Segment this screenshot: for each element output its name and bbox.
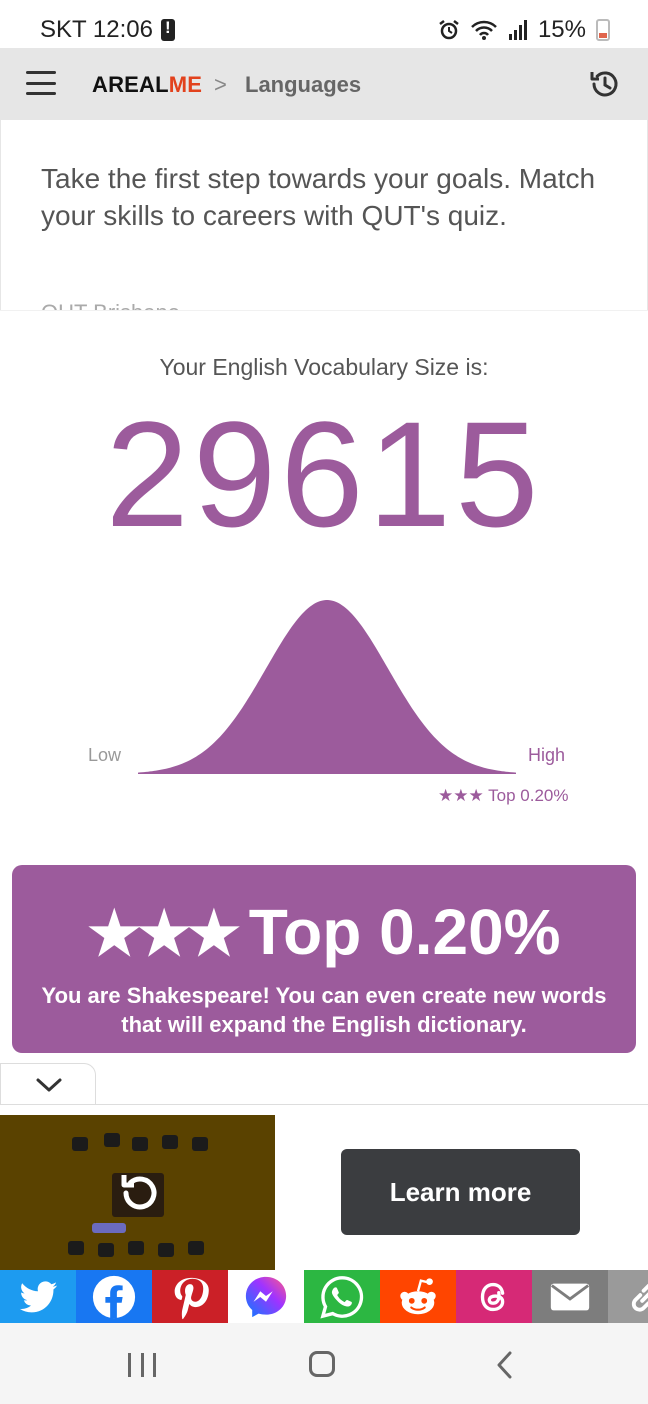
home-icon[interactable] [309,1351,335,1377]
rank-title: ★★★ Top 0.20% [12,895,636,969]
email-share-button[interactable] [532,1270,608,1323]
messenger-share-button[interactable] [228,1270,304,1323]
rank-banner: ★★★ Top 0.20% You are Shakespeare! You ca… [12,865,636,1053]
history-icon[interactable] [586,66,622,102]
chart-marker-label: ★★★ Top 0.20% [438,786,569,805]
facebook-icon [92,1275,136,1318]
rank-description: You are Shakespeare! You can even create… [41,983,607,1037]
breadcrumb-languages[interactable]: Languages [245,72,361,98]
alarm-icon [439,20,459,40]
brand-logo[interactable]: AREALME [92,72,202,98]
battery-percent: 15% [537,16,586,43]
pinterest-icon [174,1277,209,1319]
game-sprite [98,1243,114,1257]
chart-low-label: Low [88,745,122,765]
status-bar: SKT 12:06 15% [0,0,648,48]
battery-icon [596,19,610,41]
twitter-icon [19,1280,58,1312]
back-icon[interactable] [494,1350,516,1380]
learn-more-button[interactable]: Learn more [341,1149,580,1235]
vocabulary-size: 29615 [105,390,543,558]
copy-link-button[interactable] [608,1270,648,1323]
alert-icon [160,18,175,41]
sponsored-text: Take the first step towards your goals. … [41,163,596,231]
rank-stars: ★★★ [87,900,240,967]
brand-part1: AREAL [92,72,169,97]
status-right: 15% [438,16,610,44]
share-bar [0,1270,648,1323]
game-sprite [132,1137,148,1151]
chart-high-label: High [528,745,566,765]
replay-icon[interactable] [112,1167,164,1219]
reddit-icon [400,1277,436,1314]
page: SKT 12:06 15% AREALME > Languages Take t… [0,0,648,1404]
mail-icon [550,1283,590,1310]
carrier-time: SKT 12:06 [40,16,153,43]
system-nav-bar [0,1323,648,1404]
menu-icon[interactable] [26,71,56,95]
breadcrumb-separator: > [214,72,227,97]
facebook-share-button[interactable] [76,1270,152,1323]
game-sprite [128,1241,144,1255]
recent-apps-icon[interactable] [128,1353,156,1377]
game-sprite [158,1243,174,1257]
status-left: SKT 12:06 [40,16,175,44]
game-sprite [192,1137,208,1151]
banner-ad: Learn more [0,1104,648,1271]
signal-icon [508,20,527,40]
brand-part2: ME [168,72,203,97]
game-sprite [162,1135,178,1149]
sponsored-source: QUT Brisbane [41,300,180,310]
bell-curve-area [138,600,516,774]
messenger-icon [245,1276,287,1317]
game-sprite [188,1241,204,1255]
threads-share-button[interactable] [456,1270,532,1323]
result-label: Your English Vocabulary Size is: [159,354,489,380]
collapse-ad-button[interactable] [0,1063,96,1107]
link-icon [631,1283,648,1312]
reddit-share-button[interactable] [380,1270,456,1323]
whatsapp-icon [320,1275,364,1319]
divider [0,310,648,311]
app-header: AREALME > Languages [0,48,648,120]
game-sprite [68,1241,84,1255]
twitter-share-button[interactable] [0,1270,76,1323]
threads-icon [480,1282,505,1311]
pinterest-share-button[interactable] [152,1270,228,1323]
game-tag [92,1223,126,1233]
whatsapp-share-button[interactable] [304,1270,380,1323]
wifi-icon [471,20,497,40]
game-sprite [72,1137,88,1151]
chevron-down-icon [36,1078,62,1092]
rank-percent: Top 0.20% [248,896,561,968]
game-sprite [104,1133,120,1147]
sponsored-card[interactable]: Take the first step towards your goals. … [0,120,648,310]
ad-thumbnail[interactable] [0,1115,275,1271]
